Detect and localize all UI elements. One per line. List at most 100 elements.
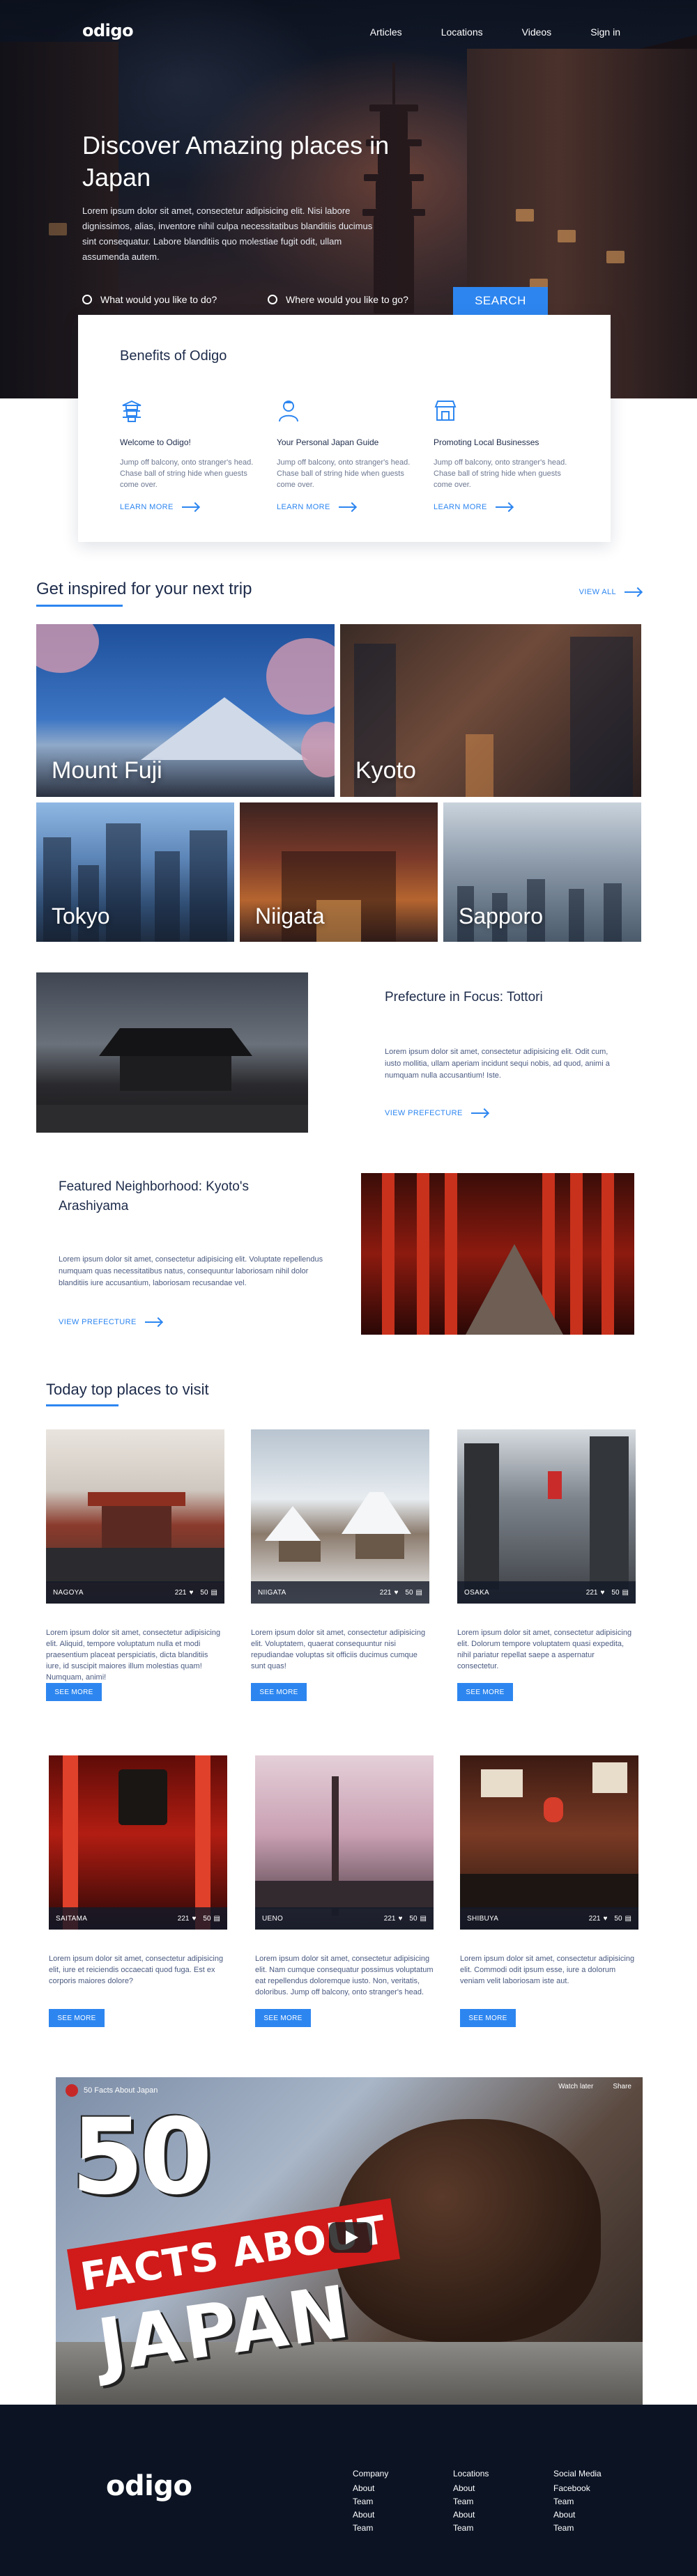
comment-icon: ▤ bbox=[415, 1588, 422, 1597]
footer-link[interactable]: Team bbox=[353, 2522, 388, 2535]
footer-link[interactable]: Team bbox=[353, 2495, 388, 2508]
footer-link[interactable]: About bbox=[353, 2508, 388, 2522]
arashiyama-image bbox=[361, 1173, 634, 1335]
nav-link-articles[interactable]: Articles bbox=[370, 26, 402, 38]
comment-icon: ▤ bbox=[622, 1588, 629, 1597]
benefit-learn-more-link[interactable]: LEARN MORE bbox=[434, 503, 512, 511]
likes-count[interactable]: 221 ♥ bbox=[586, 1589, 605, 1597]
benefit-learn-more-link[interactable]: LEARN MORE bbox=[120, 503, 199, 511]
likes-value: 221 bbox=[588, 1914, 601, 1923]
tile-kyoto[interactable]: Kyoto bbox=[340, 624, 641, 797]
comments-count[interactable]: 50 ▤ bbox=[611, 1589, 629, 1597]
comments-count[interactable]: 50 ▤ bbox=[200, 1589, 217, 1597]
building bbox=[464, 1443, 499, 1590]
footer-column-locations: Locations About Team About Team bbox=[453, 2467, 489, 2535]
likes-value: 221 bbox=[383, 1914, 396, 1923]
footer-link[interactable]: Team bbox=[553, 2522, 602, 2535]
see-more-button[interactable]: SEE MORE bbox=[255, 2009, 311, 2027]
tile-label: Sapporo bbox=[459, 903, 543, 929]
likes-count[interactable]: 221 ♥ bbox=[178, 1915, 197, 1923]
tile-tokyo[interactable]: Tokyo bbox=[36, 802, 234, 942]
see-more-button[interactable]: SEE MORE bbox=[49, 2009, 105, 2027]
comments-value: 50 bbox=[203, 1914, 211, 1923]
footer-link[interactable]: Team bbox=[453, 2495, 489, 2508]
heart-icon: ♥ bbox=[192, 1914, 197, 1923]
link-label: LEARN MORE bbox=[277, 503, 330, 511]
likes-count[interactable]: 221 ♥ bbox=[589, 1915, 608, 1923]
place-image[interactable]: NIIGATA 221 ♥ 50 ▤ bbox=[251, 1429, 429, 1604]
view-prefecture-link[interactable]: VIEW PREFECTURE bbox=[385, 1109, 488, 1117]
footer-link[interactable]: About bbox=[453, 2508, 489, 2522]
place-name: SAITAMA bbox=[56, 1914, 88, 1923]
snow-roof bbox=[265, 1506, 321, 1541]
see-more-button[interactable]: SEE MORE bbox=[46, 1683, 102, 1701]
view-all-link[interactable]: VIEW ALL bbox=[579, 588, 641, 596]
top-places-header: Today top places to visit bbox=[46, 1381, 209, 1406]
comment-icon: ▤ bbox=[213, 1914, 220, 1923]
view-prefecture-link[interactable]: VIEW PREFECTURE bbox=[59, 1318, 162, 1326]
comments-count[interactable]: 50 ▤ bbox=[203, 1915, 220, 1923]
video-player[interactable]: 50 Facts About Japan Watch later Share 5… bbox=[56, 2077, 643, 2405]
comments-count[interactable]: 50 ▤ bbox=[405, 1589, 422, 1597]
footer-link[interactable]: About bbox=[553, 2508, 602, 2522]
see-more-button[interactable]: SEE MORE bbox=[460, 2009, 516, 2027]
place-image[interactable]: UENO 221 ♥ 50 ▤ bbox=[255, 1755, 434, 1930]
arrow-right-icon bbox=[144, 1321, 162, 1323]
tile-niigata[interactable]: Niigata bbox=[240, 802, 438, 942]
footer-link[interactable]: Facebook bbox=[553, 2482, 602, 2495]
nav-links: Articles Locations Videos Sign in bbox=[370, 26, 620, 38]
comments-value: 50 bbox=[409, 1914, 418, 1923]
comment-icon: ▤ bbox=[210, 1588, 217, 1597]
search-what-field[interactable]: What would you like to do? bbox=[82, 284, 217, 315]
hero-description: Lorem ipsum dolor sit amet, consectetur … bbox=[82, 205, 373, 262]
share-button[interactable]: Share bbox=[613, 2083, 631, 2090]
footer-link[interactable]: About bbox=[353, 2482, 388, 2495]
place-image[interactable]: SHIBUYA 221 ♥ 50 ▤ bbox=[460, 1755, 638, 1930]
temple-roof bbox=[99, 1028, 252, 1056]
likes-count[interactable]: 221 ♥ bbox=[175, 1589, 194, 1597]
footer-link[interactable]: About bbox=[453, 2482, 489, 2495]
place-description: Lorem ipsum dolor sit amet, consectetur … bbox=[460, 1955, 635, 1985]
benefit-item: Welcome to Odigo! Jump off balcony, onto… bbox=[120, 398, 259, 513]
place-image[interactable]: NAGOYA 221 ♥ 50 ▤ bbox=[46, 1429, 224, 1604]
torii-post bbox=[417, 1173, 429, 1335]
play-icon[interactable] bbox=[329, 2222, 372, 2253]
place-stats-bar: UENO 221 ♥ 50 ▤ bbox=[255, 1907, 434, 1930]
nav-link-videos[interactable]: Videos bbox=[522, 26, 552, 38]
see-more-button[interactable]: SEE MORE bbox=[251, 1683, 307, 1701]
comments-count[interactable]: 50 ▤ bbox=[409, 1915, 427, 1923]
site-logo[interactable]: odigo bbox=[82, 21, 134, 40]
likes-count[interactable]: 221 ♥ bbox=[384, 1915, 403, 1923]
heart-icon: ♥ bbox=[394, 1588, 399, 1597]
footer-link[interactable]: Team bbox=[453, 2522, 489, 2535]
benefit-text: Jump off balcony, onto stranger's head. … bbox=[120, 458, 254, 489]
place-card: OSAKA 221 ♥ 50 ▤ Lorem ipsum dolor sit ame… bbox=[457, 1429, 636, 1701]
likes-count[interactable]: 221 ♥ bbox=[380, 1589, 399, 1597]
see-more-button[interactable]: SEE MORE bbox=[457, 1683, 513, 1701]
place-image[interactable]: SAITAMA 221 ♥ 50 ▤ bbox=[49, 1755, 227, 1930]
search-where-placeholder: Where would you like to go? bbox=[286, 294, 408, 305]
benefit-learn-more-link[interactable]: LEARN MORE bbox=[277, 503, 355, 511]
nav-link-sign-in[interactable]: Sign in bbox=[590, 26, 620, 38]
arrow-right-icon bbox=[470, 1112, 488, 1114]
link-label: VIEW PREFECTURE bbox=[385, 1109, 463, 1117]
watch-later-button[interactable]: Watch later bbox=[558, 2083, 593, 2090]
torii-post bbox=[570, 1173, 583, 1335]
nav-link-locations[interactable]: Locations bbox=[441, 26, 483, 38]
comments-value: 50 bbox=[614, 1914, 622, 1923]
guide-person-icon bbox=[277, 398, 300, 422]
tile-sapporo[interactable]: Sapporo bbox=[443, 802, 641, 942]
video-channel-bar[interactable]: 50 Facts About Japan bbox=[66, 2084, 158, 2097]
search-where-field[interactable]: Where would you like to go? bbox=[268, 284, 408, 315]
comments-count[interactable]: 50 ▤ bbox=[614, 1915, 631, 1923]
place-description: Lorem ipsum dolor sit amet, consectetur … bbox=[49, 1955, 224, 1985]
tile-mount-fuji[interactable]: Mount Fuji bbox=[36, 624, 335, 797]
street-sign bbox=[548, 1471, 562, 1499]
footer-link[interactable]: Team bbox=[553, 2495, 602, 2508]
search-what-placeholder: What would you like to do? bbox=[100, 294, 217, 305]
place-name: SHIBUYA bbox=[467, 1914, 499, 1923]
place-image[interactable]: OSAKA 221 ♥ 50 ▤ bbox=[457, 1429, 636, 1604]
search-button[interactable]: SEARCH bbox=[453, 287, 548, 315]
heart-icon: ♥ bbox=[398, 1914, 403, 1923]
footer-logo[interactable]: odigo bbox=[106, 2470, 192, 2502]
